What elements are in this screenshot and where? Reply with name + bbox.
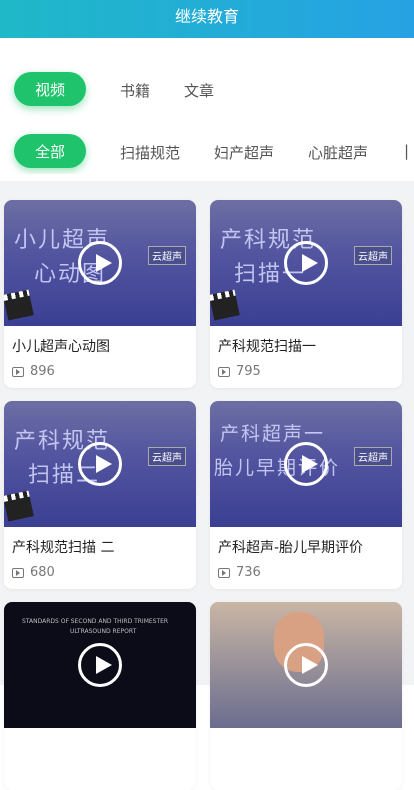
view-count: 795 xyxy=(218,364,261,379)
video-card[interactable]: 小儿超声 心动图 云超声 小儿超声心动图 896 xyxy=(4,200,196,388)
play-icon[interactable] xyxy=(284,241,328,285)
tab-books[interactable]: 书籍 xyxy=(120,80,150,101)
clapperboard-icon xyxy=(4,496,34,522)
tab-video[interactable]: 视频 xyxy=(14,72,86,106)
clapperboard-icon xyxy=(4,295,34,321)
video-thumbnail: 产科规范 扫描二 云超声 xyxy=(4,401,196,527)
brand-tag: 云超声 xyxy=(354,447,392,466)
category-scan-standard[interactable]: 扫描规范 xyxy=(120,142,180,163)
video-thumbnail: 小儿超声 心动图 云超声 xyxy=(4,200,196,326)
video-title: 小儿超声心动图 xyxy=(12,339,110,355)
play-icon[interactable] xyxy=(78,442,122,486)
clapperboard-icon xyxy=(210,295,240,321)
video-card[interactable]: 产科超声一 胎儿早期评价 云超声 产科超声-胎儿早期评价 736 xyxy=(210,401,402,589)
category-cardiac[interactable]: 心脏超声 xyxy=(308,142,368,163)
video-card[interactable] xyxy=(210,602,402,790)
brand-tag: 云超声 xyxy=(354,246,392,265)
play-icon[interactable] xyxy=(78,241,122,285)
video-grid: 小儿超声 心动图 云超声 小儿超声心动图 896 产科规范 扫描一 云超声 产科… xyxy=(0,181,414,790)
tab-articles[interactable]: 文章 xyxy=(184,80,214,101)
app-header: 继续教育 xyxy=(0,0,414,38)
video-icon xyxy=(218,366,230,377)
play-icon[interactable] xyxy=(78,643,122,687)
category-row: 全部 扫描规范 妇产超声 心脏超声 | xyxy=(0,128,414,174)
category-all[interactable]: 全部 xyxy=(14,134,86,168)
video-icon xyxy=(12,567,24,578)
video-card[interactable]: 产科规范 扫描二 云超声 产科规范扫描 二 680 xyxy=(4,401,196,589)
video-thumbnail: 产科超声一 胎儿早期评价 云超声 xyxy=(210,401,402,527)
video-thumbnail: 产科规范 扫描一 云超声 xyxy=(210,200,402,326)
view-count: 680 xyxy=(12,565,55,580)
video-title: 产科超声-胎儿早期评价 xyxy=(218,540,364,556)
video-icon xyxy=(12,366,24,377)
video-card[interactable]: 产科规范 扫描一 云超声 产科规范扫描一 795 xyxy=(210,200,402,388)
video-title: 产科规范扫描 二 xyxy=(12,540,115,556)
video-title: 产科规范扫描一 xyxy=(218,339,316,355)
video-card[interactable]: STANDARDS OF SECOND AND THIRD TRIMESTER … xyxy=(4,602,196,790)
brand-tag: 云超声 xyxy=(148,246,186,265)
view-count: 896 xyxy=(12,364,55,379)
play-icon[interactable] xyxy=(284,643,328,687)
video-thumbnail xyxy=(210,602,402,728)
brand-tag: 云超声 xyxy=(148,447,186,466)
play-icon[interactable] xyxy=(284,442,328,486)
category-obgyn[interactable]: 妇产超声 xyxy=(214,142,274,163)
view-count: 736 xyxy=(218,565,261,580)
video-icon xyxy=(218,567,230,578)
page-title: 继续教育 xyxy=(174,7,239,26)
video-thumbnail: STANDARDS OF SECOND AND THIRD TRIMESTER … xyxy=(4,602,196,728)
category-more[interactable]: | xyxy=(404,142,409,160)
